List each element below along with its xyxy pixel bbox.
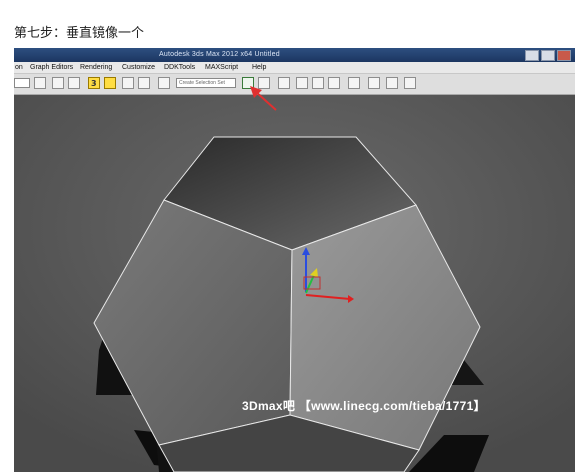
menu-bar: on Graph Editors Rendering Customize DDK… (14, 62, 575, 74)
snap-3d-label: 3 (91, 79, 97, 88)
snap-3d-icon[interactable]: 3 (88, 77, 100, 89)
angle-snap-icon[interactable] (104, 77, 116, 89)
menu-help[interactable]: Help (252, 64, 266, 71)
edit-named-selection-icon[interactable] (158, 77, 170, 89)
material-editor-icon[interactable] (328, 77, 340, 89)
menu-maxscript[interactable]: MAXScript (205, 64, 238, 71)
reference-coord-dropdown[interactable] (14, 78, 30, 88)
move-icon[interactable] (52, 77, 64, 89)
perspective-viewport[interactable] (14, 95, 575, 472)
render-frame-icon[interactable] (368, 77, 380, 89)
menu-ddktools[interactable]: DDKTools (164, 64, 195, 71)
title-bar: Autodesk 3ds Max 2012 x64 Untitled (14, 48, 575, 62)
render-setup-icon[interactable] (348, 77, 360, 89)
window-controls (525, 50, 571, 61)
percent-snap-icon[interactable] (122, 77, 134, 89)
menu-rendering[interactable]: Rendering (80, 64, 112, 71)
minimize-button[interactable] (525, 50, 539, 61)
viewport-scene (14, 95, 575, 472)
select-center-icon[interactable] (68, 77, 80, 89)
select-icon[interactable] (34, 77, 46, 89)
menu-animation[interactable]: on (15, 64, 23, 71)
watermark-text: 3Dmax吧 【www.linecg.com/tieba/1771】 (242, 399, 486, 413)
curve-editor-icon[interactable] (296, 77, 308, 89)
close-button[interactable] (557, 50, 571, 61)
main-toolbar: 3 Create Selection Set (14, 74, 575, 95)
window-title: Autodesk 3ds Max 2012 x64 Untitled (159, 51, 280, 58)
schematic-view-icon[interactable] (312, 77, 324, 89)
render-production-icon[interactable] (404, 77, 416, 89)
maximize-button[interactable] (541, 50, 555, 61)
render-icon[interactable] (386, 77, 398, 89)
menu-customize[interactable]: Customize (122, 64, 155, 71)
menu-graph-editors[interactable]: Graph Editors (30, 64, 73, 71)
spinner-snap-icon[interactable] (138, 77, 150, 89)
step-caption: 第七步：垂直镜像一个 (14, 26, 145, 41)
named-selection-set-field[interactable]: Create Selection Set (176, 78, 236, 88)
annotation-arrow-icon (250, 86, 277, 111)
